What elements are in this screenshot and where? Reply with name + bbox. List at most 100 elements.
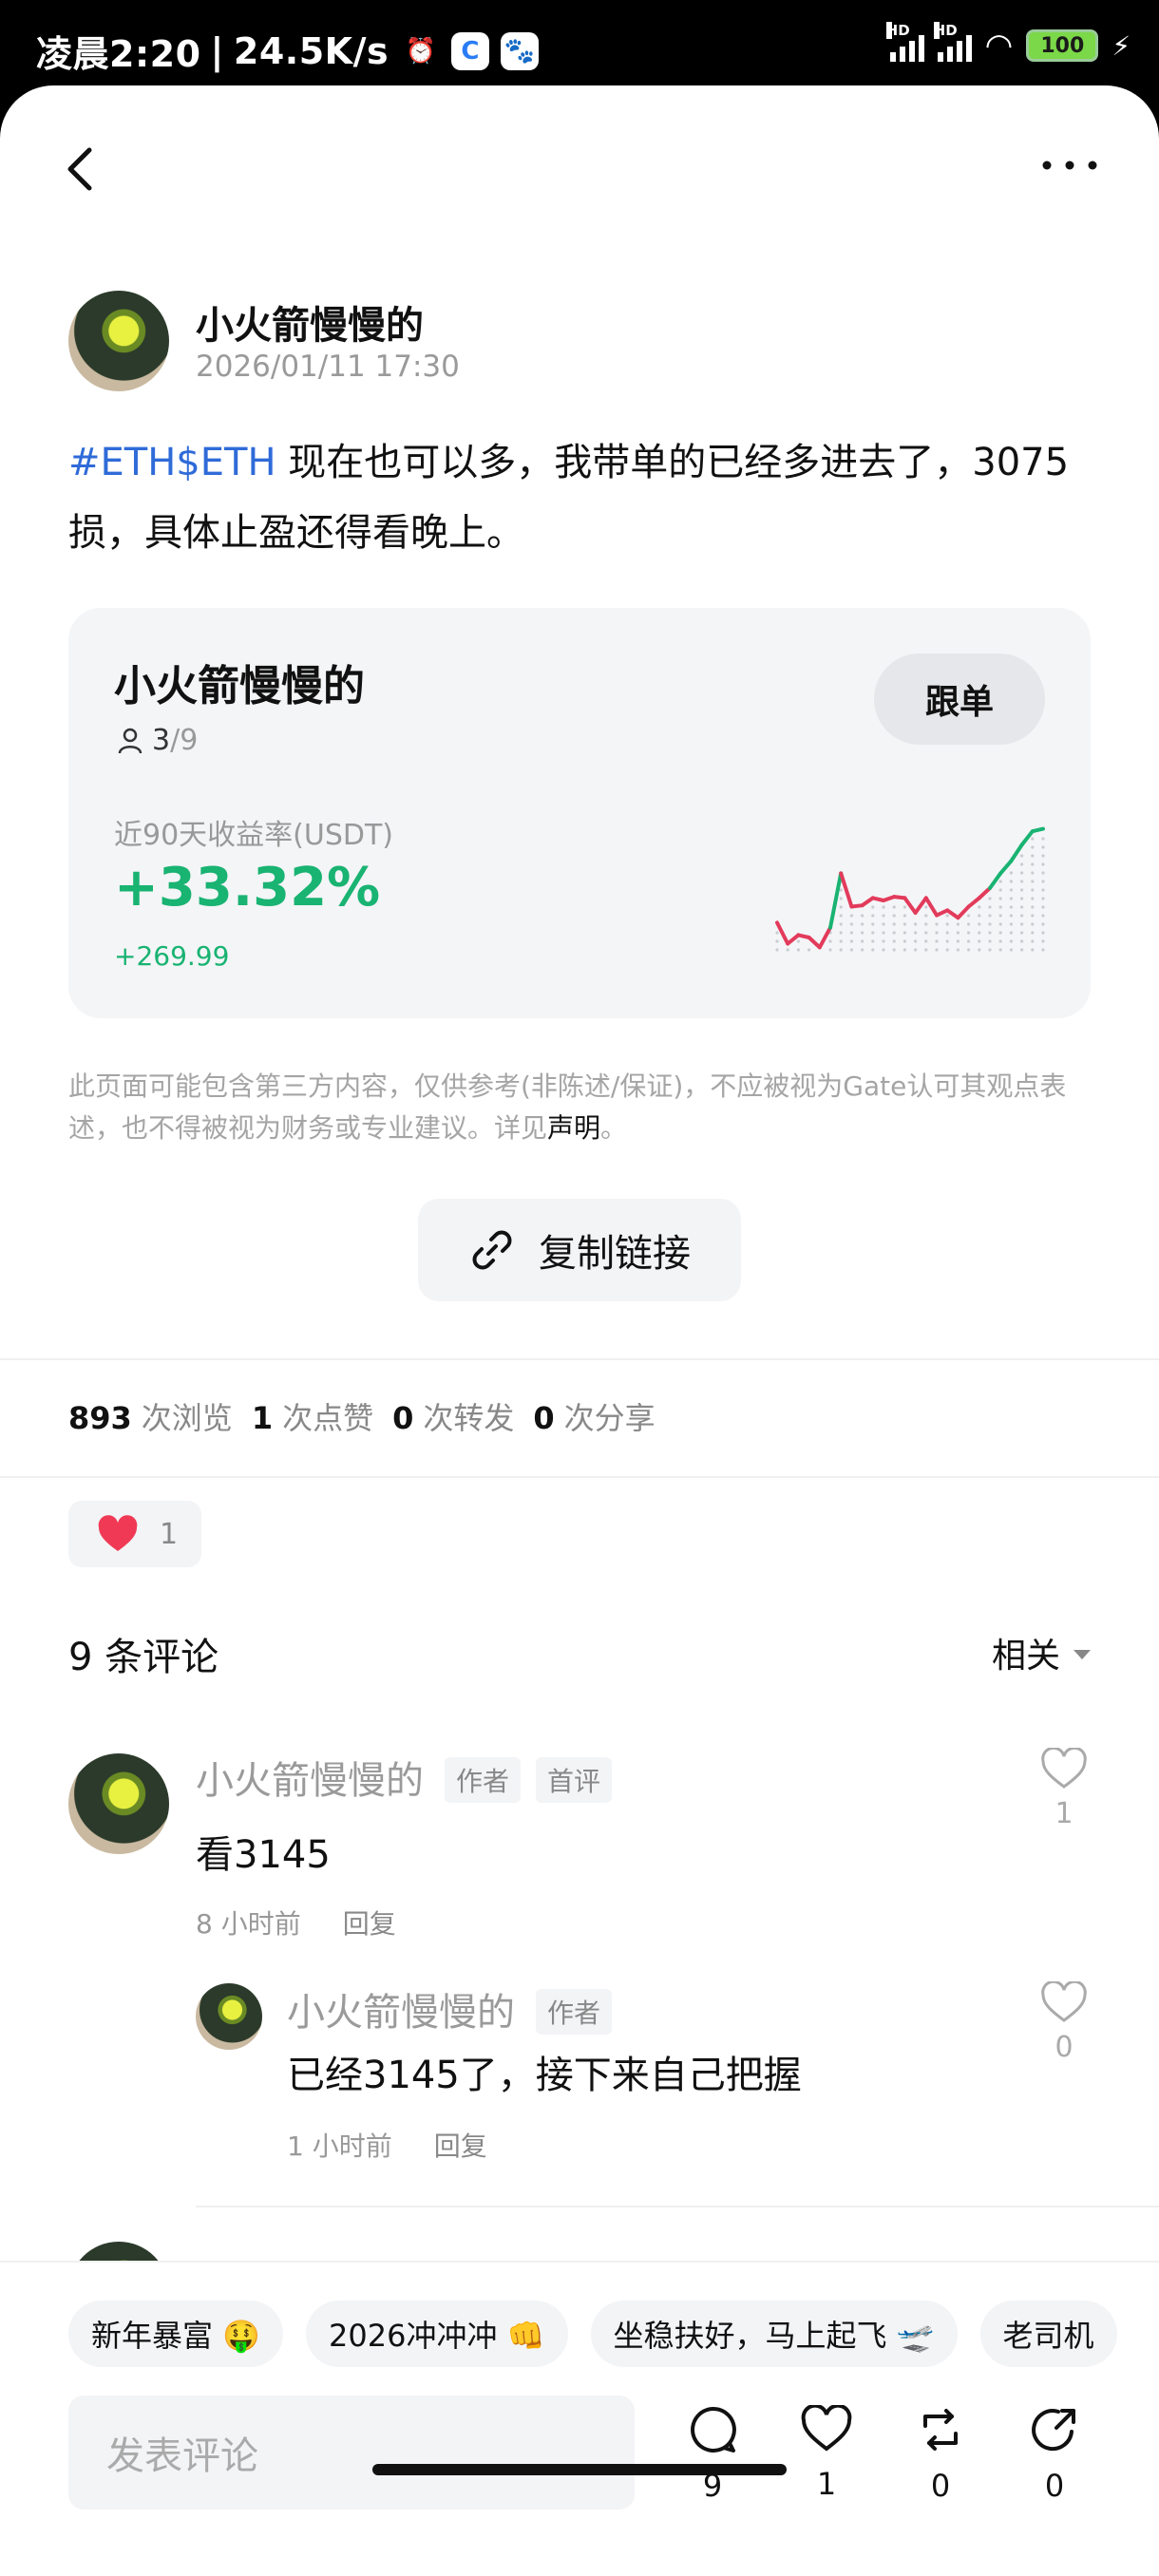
copy-trade-button[interactable]: 跟单 bbox=[874, 653, 1045, 745]
sparkline-fill-dot bbox=[1020, 931, 1024, 935]
sparkline-fill-dot bbox=[956, 939, 960, 943]
sparkline-fill-dot bbox=[1041, 871, 1045, 875]
reply-button[interactable]: 回复 bbox=[434, 2126, 487, 2164]
sparkline-fill-dot bbox=[1041, 948, 1045, 952]
sparkline-fill-dot bbox=[828, 939, 832, 943]
avatar[interactable] bbox=[196, 1983, 262, 2050]
comment-action[interactable]: 9 bbox=[684, 2405, 741, 2504]
follower-count: 3/9 bbox=[118, 724, 198, 757]
more-options-icon[interactable] bbox=[1041, 141, 1098, 179]
roi-percent: +33.32% bbox=[114, 857, 381, 919]
sparkline-fill-dot bbox=[808, 948, 811, 952]
sparkline-fill-dot bbox=[1041, 922, 1045, 926]
comment-input[interactable]: 发表评论 bbox=[68, 2396, 635, 2510]
sparkline-fill-dot bbox=[1009, 880, 1013, 883]
heart-reaction-chip[interactable]: 1 bbox=[68, 1501, 201, 1567]
sparkline-fill-dot bbox=[1009, 931, 1013, 935]
sparkline-fill-dot bbox=[849, 931, 853, 935]
sparkline-fill-dot bbox=[892, 922, 896, 926]
sparkline-fill-dot bbox=[1031, 905, 1035, 909]
sparkline-segment bbox=[807, 936, 822, 950]
sparkline-fill-dot bbox=[1031, 931, 1035, 935]
sparkline-fill-dot bbox=[839, 948, 843, 952]
followers-current: 3 bbox=[152, 724, 171, 757]
avatar[interactable] bbox=[68, 291, 169, 391]
hashtag-link[interactable]: #ETH$ETH bbox=[68, 441, 276, 484]
author-name[interactable]: 小火箭慢慢的 bbox=[196, 294, 424, 350]
post-actions: 9 1 0 0 bbox=[684, 2403, 1083, 2504]
sparkline-fill-dot bbox=[988, 939, 992, 943]
sparkline-segment bbox=[1019, 829, 1035, 847]
sparkline-fill-dot bbox=[1031, 914, 1035, 918]
quick-reply-chip[interactable]: 2026冲冲冲 👊 bbox=[306, 2301, 568, 2367]
sparkline-fill-dot bbox=[998, 922, 1002, 926]
status-time: 凌晨2:20 bbox=[36, 33, 201, 75]
first-comment-badge: 首评 bbox=[536, 1757, 613, 1803]
sparkline-fill-dot bbox=[914, 931, 918, 935]
statement-link[interactable]: 声明 bbox=[547, 1112, 600, 1144]
comment-time: 8 小时前 bbox=[196, 1908, 301, 1940]
sparkline-fill-dot bbox=[978, 914, 981, 918]
comment-text: 看3145 bbox=[196, 1833, 331, 1877]
sparkline-fill-dot bbox=[988, 931, 992, 935]
sparkline-fill-dot bbox=[1020, 922, 1024, 926]
comment-author[interactable]: 小火箭慢慢的 bbox=[196, 1750, 424, 1805]
sparkline-fill-dot bbox=[1031, 845, 1035, 849]
sparkline-fill-dot bbox=[945, 914, 949, 918]
like-action[interactable]: 1 bbox=[798, 2403, 855, 2504]
sparkline-fill-dot bbox=[1031, 880, 1035, 883]
reply-button[interactable]: 回复 bbox=[343, 1904, 396, 1941]
sparkline-fill-dot bbox=[998, 939, 1002, 943]
sparkline-fill-dot bbox=[1031, 888, 1035, 892]
sparkline-fill-dot bbox=[1031, 854, 1035, 858]
sparkline-fill-dot bbox=[1009, 948, 1013, 952]
quick-reply-chip[interactable]: 新年暴富 🤑 bbox=[68, 2301, 284, 2367]
sparkline-fill-dot bbox=[914, 939, 918, 943]
quick-reply-chip[interactable]: 老司机 bbox=[979, 2301, 1117, 2367]
repost-action[interactable]: 0 bbox=[912, 2405, 969, 2504]
sparkline-fill-dot bbox=[775, 939, 779, 943]
followers-sep: / bbox=[170, 724, 180, 757]
sparkline-fill-dot bbox=[1009, 914, 1013, 918]
sparkline-fill-dot bbox=[945, 931, 949, 935]
sparkline-fill-dot bbox=[839, 905, 843, 909]
app-c-icon: C bbox=[451, 31, 490, 70]
quick-reply-chip[interactable]: 坐稳扶好，马上起飞 🛫 bbox=[590, 2301, 958, 2367]
back-icon[interactable] bbox=[61, 141, 108, 198]
sparkline-fill-dot bbox=[1020, 880, 1024, 883]
caret-down-icon bbox=[1074, 1650, 1091, 1659]
sparkline-fill-dot bbox=[945, 948, 949, 952]
sparkline-fill-dot bbox=[1031, 939, 1035, 943]
copy-link-button[interactable]: 复制链接 bbox=[418, 1199, 741, 1301]
sparkline-fill-dot bbox=[1020, 897, 1024, 900]
sparkline-fill-dot bbox=[988, 897, 992, 900]
sparkline-fill-dot bbox=[1041, 897, 1045, 900]
sparkline-fill-dot bbox=[988, 914, 992, 918]
sparkline-fill-dot bbox=[882, 922, 885, 926]
sparkline-fill-dot bbox=[1031, 837, 1035, 841]
avatar[interactable] bbox=[68, 1753, 169, 1854]
sparkline-segment bbox=[1030, 826, 1045, 834]
sparkline-fill-dot bbox=[892, 948, 896, 952]
comment-author[interactable]: 小火箭慢慢的 bbox=[287, 1981, 515, 2036]
comments-title: 9 条评论 bbox=[68, 1636, 219, 1679]
sparkline-fill-dot bbox=[1020, 888, 1024, 892]
sparkline-fill-dot bbox=[861, 948, 864, 952]
sparkline-fill-dot bbox=[998, 880, 1002, 883]
roi-label: 近90天收益率(USDT) bbox=[114, 819, 394, 852]
comment-like-button[interactable]: 0 bbox=[1036, 1979, 1092, 2064]
repost-icon bbox=[923, 2409, 958, 2451]
sparkline-fill-dot bbox=[1020, 914, 1024, 918]
comment-meta: 1 小时前 回复 bbox=[287, 2126, 487, 2164]
copy-trader-card[interactable]: 小火箭慢慢的 3/9 跟单 近90天收益率(USDT) +33.32% +269… bbox=[68, 608, 1091, 1018]
battery-icon: 100 bbox=[1026, 29, 1099, 62]
sparkline-fill-dot bbox=[871, 931, 875, 935]
trader-name: 小火箭慢慢的 bbox=[114, 662, 365, 710]
comment-like-button[interactable]: 1 bbox=[1036, 1746, 1092, 1830]
share-action[interactable]: 0 bbox=[1026, 2405, 1083, 2504]
sort-dropdown[interactable]: 相关 bbox=[992, 1628, 1091, 1677]
copy-link-label: 复制链接 bbox=[539, 1232, 691, 1276]
divider bbox=[196, 2206, 1159, 2207]
sparkline-fill-dot bbox=[871, 948, 875, 952]
sparkline-fill-dot bbox=[978, 948, 981, 952]
